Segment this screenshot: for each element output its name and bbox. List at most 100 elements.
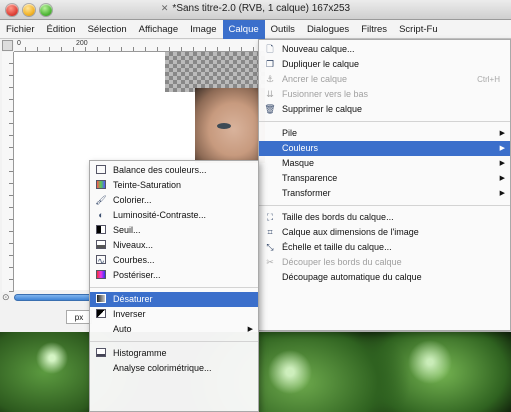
menu-item-label: Luminosité-Contraste... bbox=[113, 210, 207, 220]
histogram-icon bbox=[95, 348, 107, 359]
submenu-arrow-icon: ▶ bbox=[499, 160, 505, 167]
window-title: ✕ *Sans titre-2.0 (RVB, 1 calque) 167x253 bbox=[0, 3, 511, 14]
menu-item-label: Désaturer bbox=[113, 294, 153, 304]
menu-item-posteriser[interactable]: Postériser... bbox=[90, 268, 258, 283]
menu-item-label: Supprimer le calque bbox=[282, 104, 363, 114]
menu-item-label: Pile bbox=[282, 128, 298, 138]
menu-item-niveaux[interactable]: Niveaux... bbox=[90, 238, 258, 253]
crop-icon: ✂ bbox=[266, 257, 274, 267]
horizontal-ruler[interactable]: 0 200 bbox=[14, 40, 264, 52]
delete-layer-icon: 🗑 bbox=[264, 104, 276, 114]
menu-item-nouveau-calque[interactable]: 🗋 Nouveau calque... bbox=[259, 42, 510, 57]
transparency-checkerboard bbox=[165, 52, 265, 92]
menu-item-echelle-taille-calque[interactable]: ⤡ Échelle et taille du calque... bbox=[259, 240, 510, 255]
submenu-arrow-icon: ▶ bbox=[247, 326, 253, 333]
merge-down-icon: ⇊ bbox=[266, 89, 274, 99]
anchor-icon: ⚓ bbox=[265, 74, 275, 84]
vertical-ruler[interactable] bbox=[2, 52, 14, 292]
menu-item-label: Dupliquer le calque bbox=[282, 59, 360, 69]
menu-item-label: Couleurs bbox=[282, 143, 319, 153]
menu-selection[interactable]: Sélection bbox=[82, 20, 133, 39]
menu-item-label: Échelle et taille du calque... bbox=[282, 242, 392, 252]
menu-separator bbox=[259, 121, 510, 122]
menu-item-transformer[interactable]: Transformer ▶ bbox=[259, 186, 510, 201]
navigation-icon[interactable]: ⊙ bbox=[2, 292, 12, 302]
menu-item-label: Ancrer le calque bbox=[282, 74, 348, 84]
ruler-label: 200 bbox=[76, 40, 88, 47]
menu-item-fusionner-vers-bas[interactable]: ⇊ Fusionner vers le bas bbox=[259, 87, 510, 102]
ruler-label: 0 bbox=[17, 40, 21, 47]
menu-edition[interactable]: Édition bbox=[41, 20, 82, 39]
submenu-arrow-icon: ▶ bbox=[499, 130, 505, 137]
menu-fichier[interactable]: Fichier bbox=[0, 20, 41, 39]
menu-item-taille-bords-calque[interactable]: ⛶ Taille des bords du calque... bbox=[259, 210, 510, 225]
menu-item-dupliquer-calque[interactable]: ❐ Dupliquer le calque bbox=[259, 57, 510, 72]
portrait-photo bbox=[195, 88, 265, 163]
menu-item-label: Auto bbox=[113, 324, 132, 334]
menu-image[interactable]: Image bbox=[184, 20, 222, 39]
menu-outils[interactable]: Outils bbox=[265, 20, 301, 39]
menu-item-supprimer-calque[interactable]: 🗑 Supprimer le calque bbox=[259, 102, 510, 117]
menu-item-balance-couleurs[interactable]: Balance des couleurs... bbox=[90, 163, 258, 178]
menu-item-label: Taille des bords du calque... bbox=[282, 212, 394, 222]
menu-dialogues[interactable]: Dialogues bbox=[301, 20, 355, 39]
calque-menu: 🗋 Nouveau calque... ❐ Dupliquer le calque … bbox=[258, 39, 511, 331]
menu-item-pile[interactable]: Pile ▶ bbox=[259, 126, 510, 141]
menu-item-decouper-bords-calque[interactable]: ✂ Découper les bords du calque bbox=[259, 255, 510, 270]
menu-item-label: Découper les bords du calque bbox=[282, 257, 402, 267]
submenu-arrow-icon: ▶ bbox=[499, 190, 505, 197]
menu-item-courbes[interactable]: ∿ Courbes... bbox=[90, 253, 258, 268]
menu-separator bbox=[90, 341, 258, 342]
menu-item-auto[interactable]: Auto ▶ bbox=[90, 322, 258, 337]
invert-icon bbox=[95, 309, 107, 320]
couleurs-submenu: Balance des couleurs... Teinte-Saturatio… bbox=[89, 160, 259, 412]
ruler-corner-button[interactable] bbox=[2, 40, 13, 51]
window-title-text: *Sans titre-2.0 (RVB, 1 calque) 167x253 bbox=[172, 3, 351, 14]
scale-layer-icon: ⤡ bbox=[266, 242, 274, 252]
layer-to-image-size-icon: ⌗ bbox=[267, 227, 273, 237]
new-layer-icon: 🗋 bbox=[266, 44, 274, 54]
levels-icon bbox=[95, 240, 107, 251]
menu-item-label: Balance des couleurs... bbox=[113, 165, 207, 175]
menu-item-label: Inverser bbox=[113, 309, 146, 319]
menu-item-label: Courbes... bbox=[113, 255, 155, 265]
color-balance-icon bbox=[95, 165, 107, 176]
menu-script-fu[interactable]: Script-Fu bbox=[393, 20, 444, 39]
menu-item-label: Seuil... bbox=[113, 225, 141, 235]
menu-item-label: Transparence bbox=[282, 173, 338, 183]
menu-filtres[interactable]: Filtres bbox=[355, 20, 393, 39]
threshold-icon bbox=[95, 225, 107, 236]
menu-item-teinte-saturation[interactable]: Teinte-Saturation bbox=[90, 178, 258, 193]
colorize-icon: 🖌 bbox=[95, 195, 107, 205]
menu-item-masque[interactable]: Masque ▶ bbox=[259, 156, 510, 171]
menu-item-couleurs[interactable]: Couleurs ▶ bbox=[259, 141, 510, 156]
menu-item-ancrer-calque[interactable]: ⚓ Ancrer le calque Ctrl+H bbox=[259, 72, 510, 87]
menu-item-desaturer[interactable]: Désaturer bbox=[90, 292, 258, 307]
submenu-arrow-icon: ▶ bbox=[499, 175, 505, 182]
menu-item-label: Niveaux... bbox=[113, 240, 154, 250]
menubar: Fichier Édition Sélection Affichage Imag… bbox=[0, 19, 511, 39]
menu-item-decoupage-automatique[interactable]: Découpage automatique du calque bbox=[259, 270, 510, 285]
menu-item-label: Nouveau calque... bbox=[282, 44, 355, 54]
window-titlebar: ✕ *Sans titre-2.0 (RVB, 1 calque) 167x253 bbox=[0, 0, 511, 20]
menu-item-histogramme[interactable]: Histogramme bbox=[90, 346, 258, 361]
menu-affichage[interactable]: Affichage bbox=[133, 20, 184, 39]
menu-item-inverser[interactable]: Inverser bbox=[90, 307, 258, 322]
menu-item-label: Fusionner vers le bas bbox=[282, 89, 369, 99]
brightness-contrast-icon: ◐ bbox=[98, 210, 104, 220]
photo-eye bbox=[217, 123, 231, 129]
menu-item-label: Histogramme bbox=[113, 348, 167, 358]
menu-item-analyse-colorimetrique[interactable]: Analyse colorimétrique... bbox=[90, 361, 258, 376]
menu-item-seuil[interactable]: Seuil... bbox=[90, 223, 258, 238]
menu-item-label: Découpage automatique du calque bbox=[282, 272, 422, 282]
menu-item-label: Analyse colorimétrique... bbox=[113, 363, 212, 373]
menu-item-calque-dimensions-image[interactable]: ⌗ Calque aux dimensions de l'image bbox=[259, 225, 510, 240]
horizontal-scrollbar[interactable] bbox=[14, 294, 99, 301]
menu-item-luminosite-contraste[interactable]: ◐ Luminosité-Contraste... bbox=[90, 208, 258, 223]
menu-item-label: Transformer bbox=[282, 188, 331, 198]
menu-item-transparence[interactable]: Transparence ▶ bbox=[259, 171, 510, 186]
menu-item-colorier[interactable]: 🖌 Colorier... bbox=[90, 193, 258, 208]
menu-separator bbox=[259, 205, 510, 206]
menu-calque[interactable]: Calque bbox=[222, 19, 265, 39]
menu-item-label: Postériser... bbox=[113, 270, 161, 280]
